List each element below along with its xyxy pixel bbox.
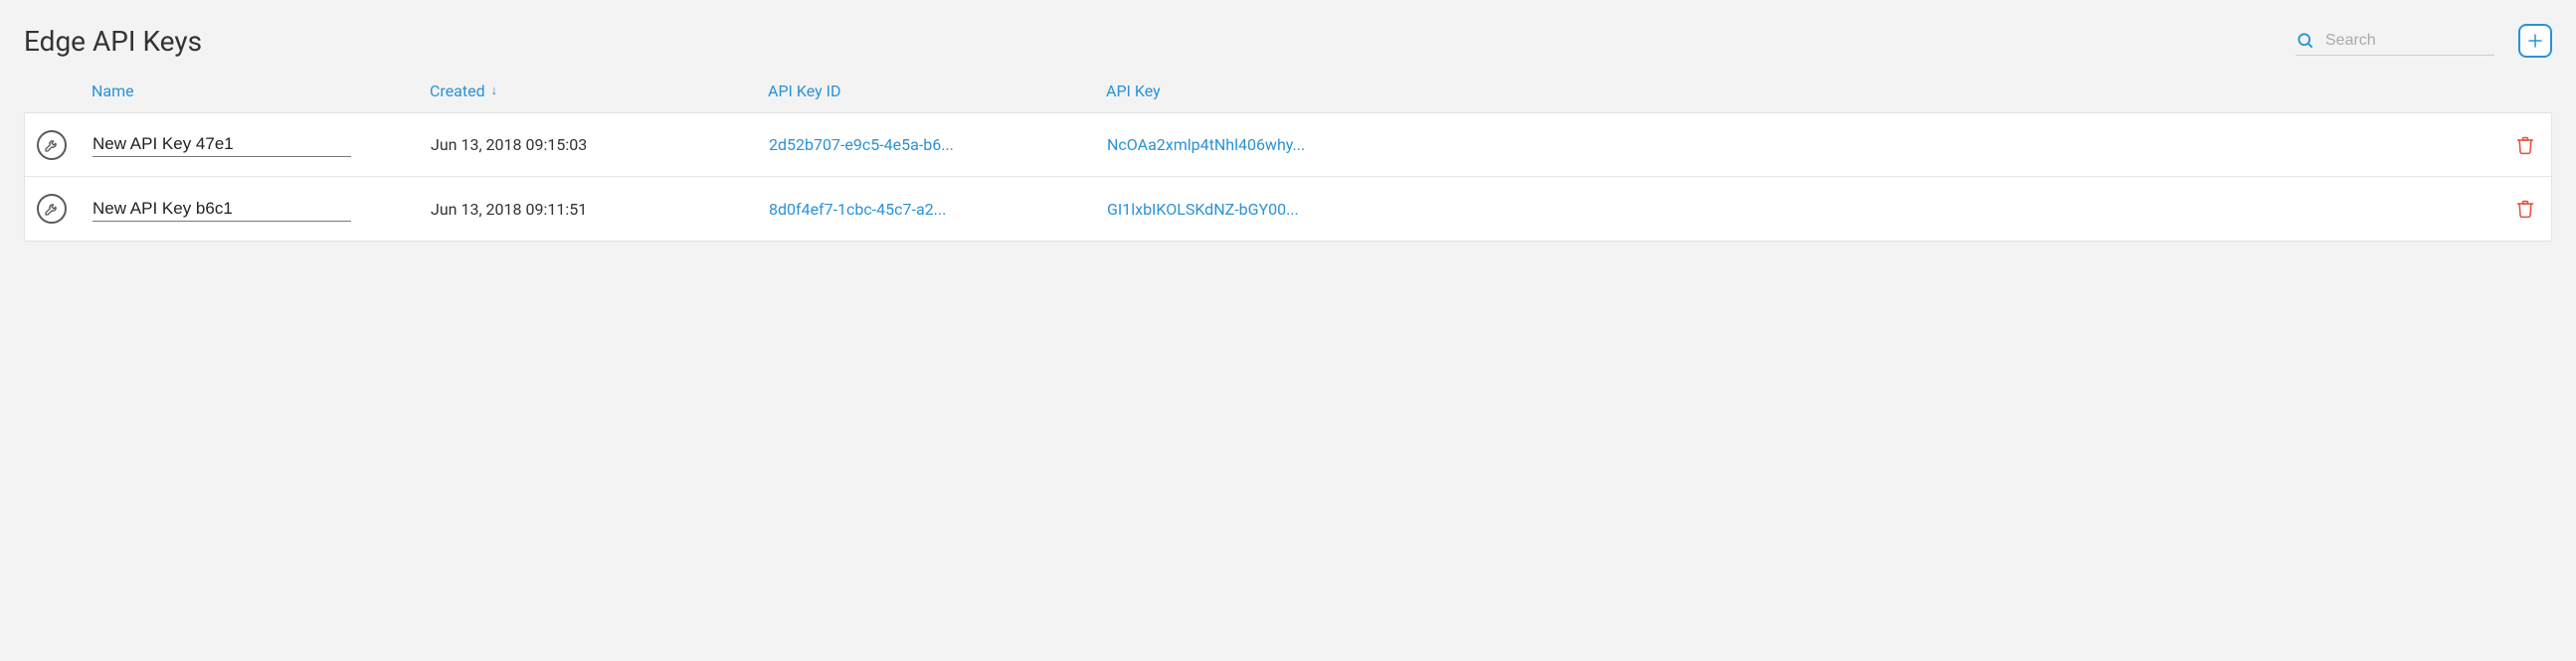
api-key-name-input[interactable] [92, 197, 351, 222]
search-input[interactable] [2325, 32, 2494, 50]
plus-icon [2526, 32, 2544, 50]
search-field[interactable] [2296, 27, 2494, 56]
column-header-api-key-id[interactable]: API Key ID [768, 82, 1106, 100]
wrench-icon [44, 137, 60, 153]
api-key-id-link[interactable]: 2d52b707-e9c5-4e5a-b6... [769, 135, 954, 154]
column-header-created[interactable]: Created ↓ [430, 82, 768, 100]
header-actions [2296, 24, 2552, 58]
column-header-api-key[interactable]: API Key [1106, 82, 2484, 100]
column-header-spacer [36, 82, 92, 100]
api-key-icon [37, 194, 67, 224]
created-timestamp: Jun 13, 2018 09:15:03 [431, 135, 587, 154]
sort-descending-icon: ↓ [491, 84, 498, 97]
api-key-link[interactable]: NcOAa2xmlp4tNhl406why... [1107, 135, 1305, 154]
api-key-id-link[interactable]: 8d0f4ef7-1cbc-45c7-a2... [769, 200, 946, 219]
table-header-row: Name Created ↓ API Key ID API Key [24, 82, 2552, 112]
api-keys-table: Name Created ↓ API Key ID API Key [24, 82, 2552, 242]
api-key-link[interactable]: GI1lxbIKOLSKdNZ-bGY00... [1107, 200, 1299, 219]
page-title: Edge API Keys [24, 25, 202, 58]
table-body: Jun 13, 2018 09:15:03 2d52b707-e9c5-4e5a… [24, 112, 2552, 242]
column-header-created-label: Created [430, 82, 485, 100]
trash-icon [2515, 134, 2535, 156]
created-timestamp: Jun 13, 2018 09:11:51 [431, 200, 587, 219]
add-api-key-button[interactable] [2518, 24, 2552, 58]
column-header-name[interactable]: Name [92, 82, 430, 100]
page-header: Edge API Keys [24, 24, 2552, 58]
delete-api-key-button[interactable] [2511, 194, 2539, 224]
table-row: Jun 13, 2018 09:11:51 8d0f4ef7-1cbc-45c7… [25, 177, 2551, 241]
trash-icon [2515, 198, 2535, 220]
delete-api-key-button[interactable] [2511, 130, 2539, 160]
api-key-name-input[interactable] [92, 132, 351, 157]
table-row: Jun 13, 2018 09:15:03 2d52b707-e9c5-4e5a… [25, 113, 2551, 177]
wrench-icon [44, 201, 60, 217]
column-header-spacer [2484, 82, 2540, 100]
search-icon [2296, 31, 2315, 51]
api-key-icon [37, 130, 67, 160]
